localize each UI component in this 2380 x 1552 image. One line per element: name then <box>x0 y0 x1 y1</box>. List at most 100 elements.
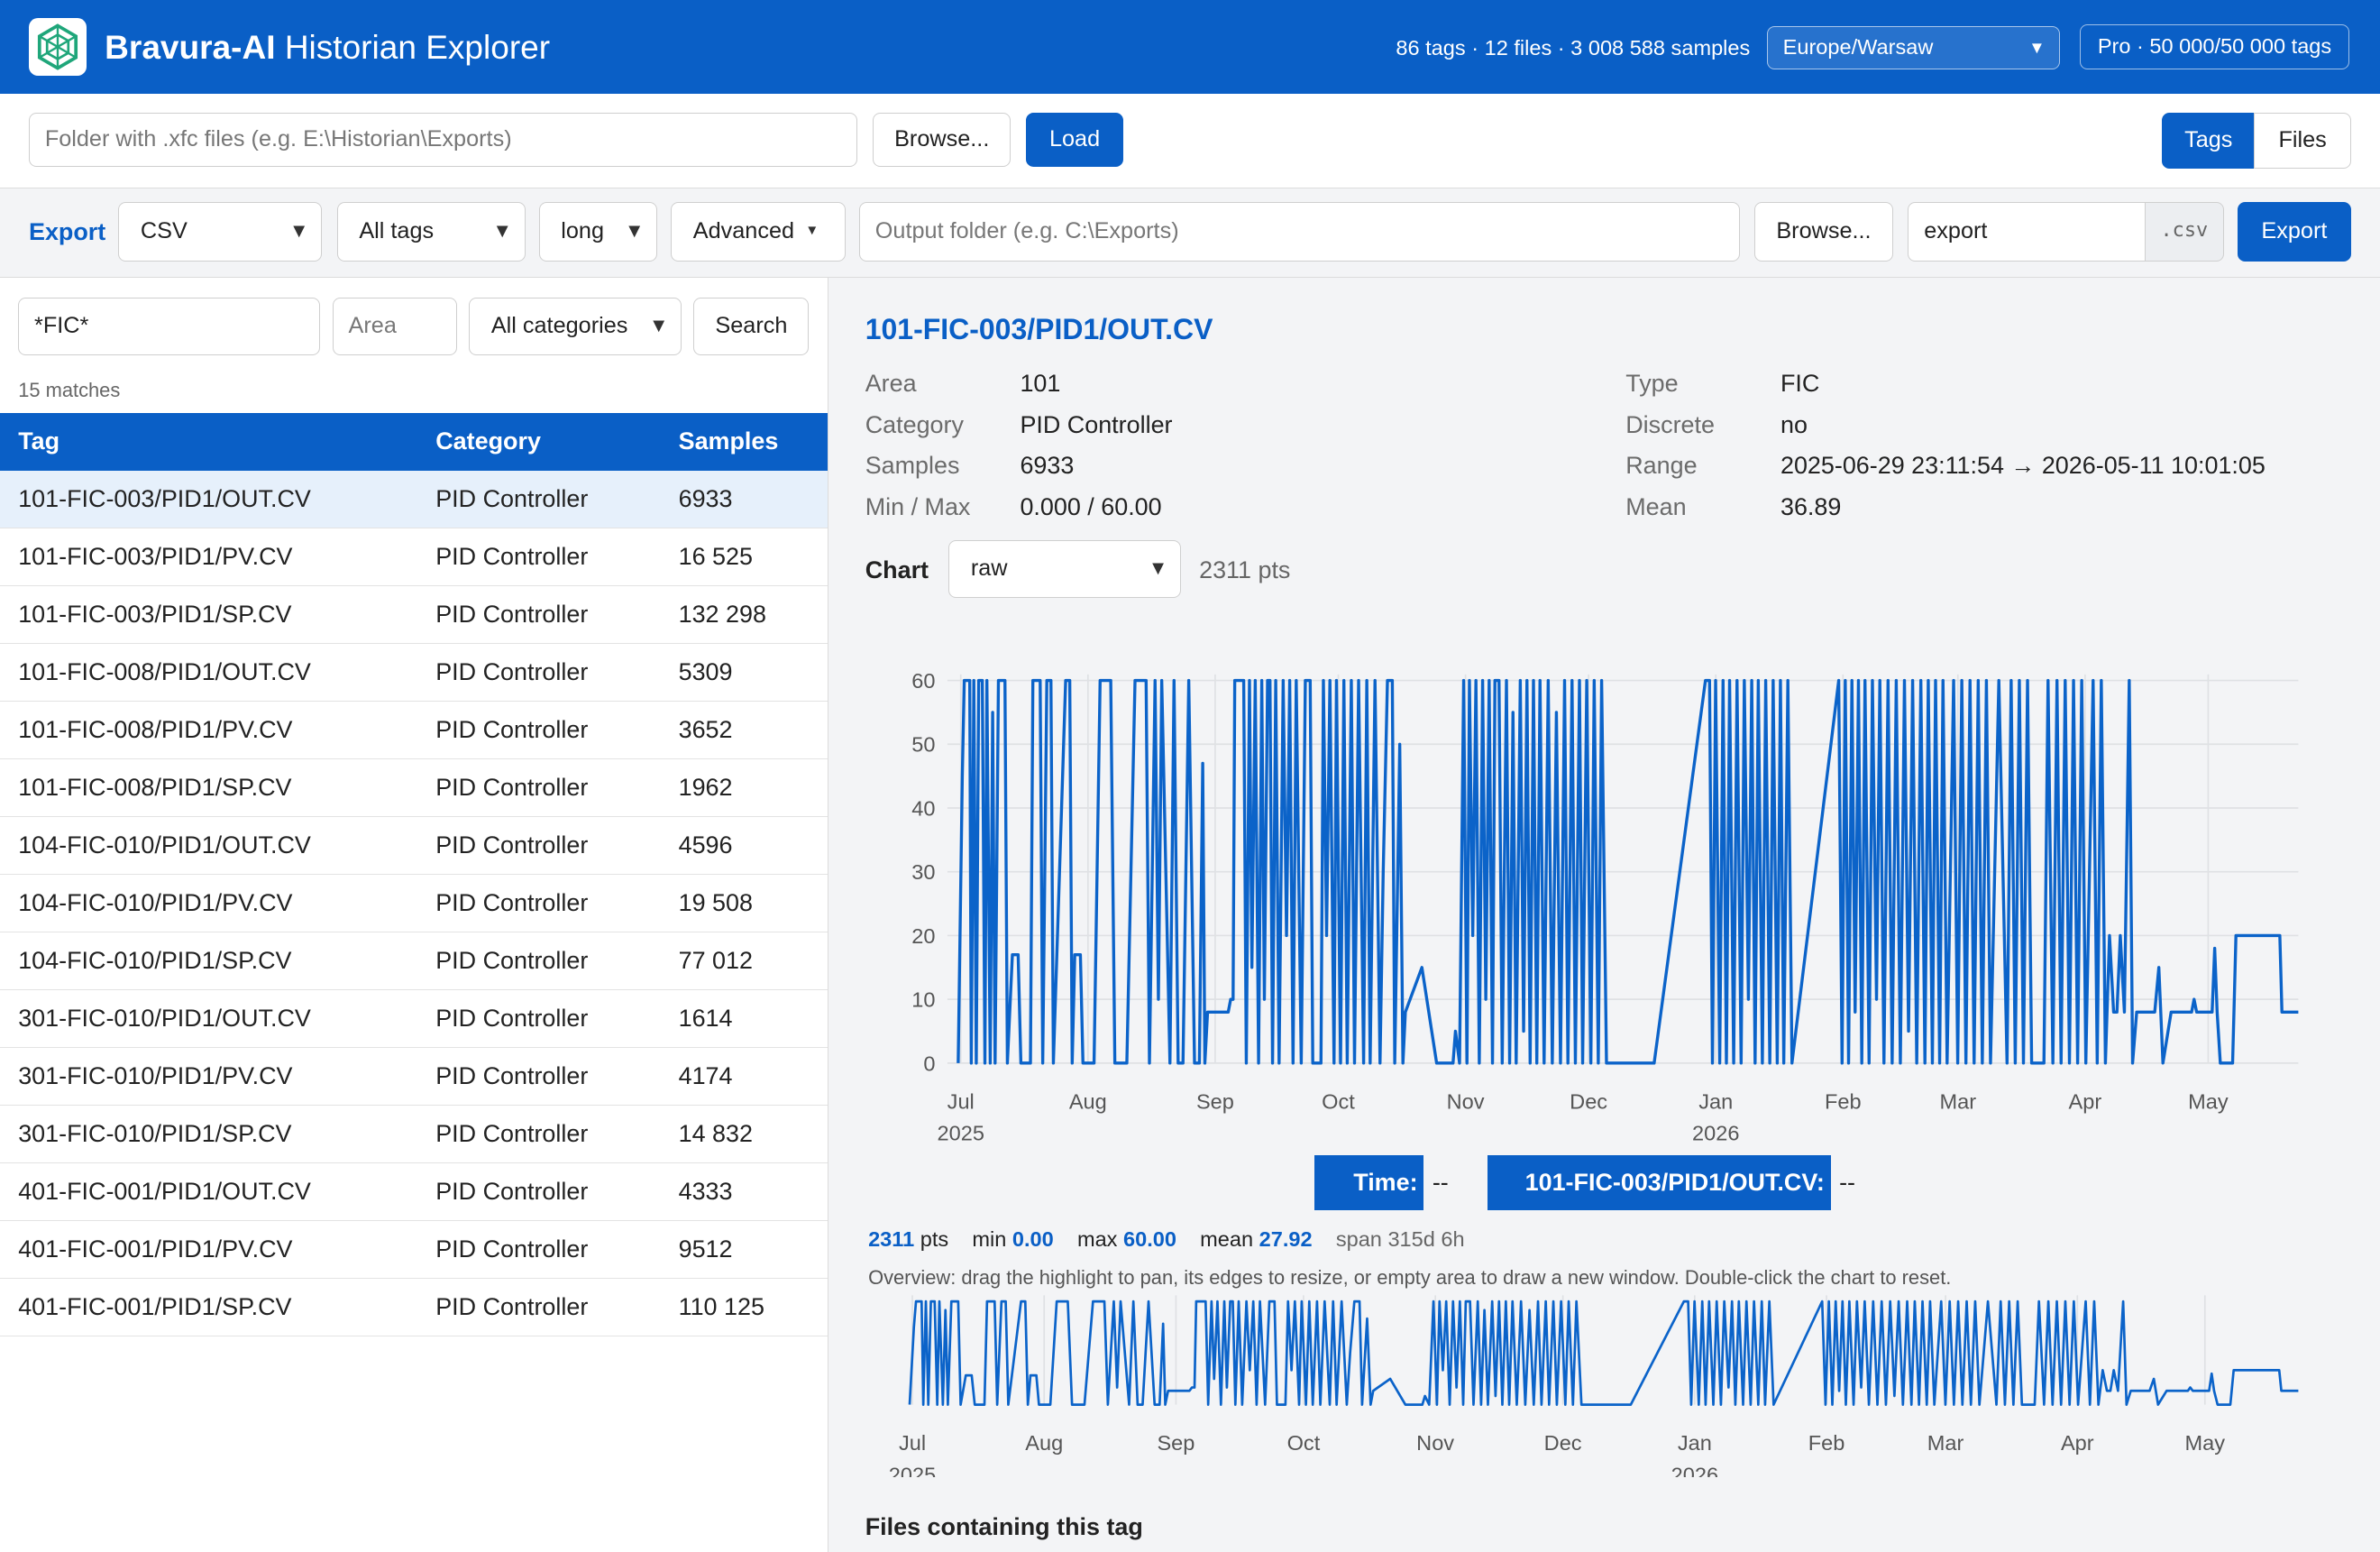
x-tick-label: Nov <box>1446 1089 1484 1113</box>
app-header: Bravura-AI Historian Explorer 86 tags · … <box>0 0 2380 95</box>
time-readout-label: Time: <box>1314 1155 1424 1210</box>
cell-tag: 301-FIC-010/PID1/SP.CV <box>18 1119 292 1147</box>
category-select[interactable]: All categories ▼ <box>469 297 682 355</box>
folder-input[interactable]: Folder with .xfc files (e.g. E:\Historia… <box>28 112 858 168</box>
load-button[interactable]: Load <box>1026 112 1123 168</box>
table-row[interactable]: 101-FIC-008/PID1/OUT.CV PID Controller 530… <box>0 644 828 702</box>
table-row[interactable]: 301-FIC-010/PID1/SP.CV PID Controller 14 8… <box>0 1106 828 1163</box>
chevron-down-icon: ▼ <box>648 313 669 336</box>
layout-select[interactable]: long ▼ <box>538 201 658 262</box>
category-value: PID Controller <box>1020 410 1173 438</box>
search-button[interactable]: Search <box>693 297 810 355</box>
license-badge[interactable]: Pro · 50 000/50 000 tags <box>2079 23 2350 70</box>
table-row[interactable]: 401-FIC-001/PID1/SP.CV PID Controller 110 … <box>0 1279 828 1336</box>
tag-detail-panel: 101-FIC-003/PID1/OUT.CV Area 101 Categor… <box>828 278 2380 1552</box>
cell-category: PID Controller <box>435 946 589 974</box>
type-value: FIC <box>1780 370 1820 398</box>
output-folder-input[interactable]: Output folder (e.g. C:\Exports) <box>858 201 1740 262</box>
export-button[interactable]: Export <box>2237 201 2352 262</box>
tag-title: 101-FIC-003/PID1/OUT.CV <box>865 313 1213 346</box>
format-select[interactable]: CSV ▼ <box>118 201 322 262</box>
app-logo-icon <box>28 18 87 77</box>
cell-category: PID Controller <box>435 1061 589 1089</box>
x-tick-label: Mar <box>1927 1431 1964 1455</box>
table-row[interactable]: 101-FIC-003/PID1/OUT.CV PID Controller 693… <box>0 470 828 528</box>
table-row[interactable]: 101-FIC-008/PID1/PV.CV PID Controller 3652 <box>0 702 828 759</box>
cell-tag: 101-FIC-008/PID1/OUT.CV <box>18 657 311 685</box>
x-year-label: 2026 <box>1692 1121 1739 1144</box>
browse-folder-button[interactable]: Browse... <box>873 112 1012 168</box>
table-row[interactable]: 104-FIC-010/PID1/SP.CV PID Controller 77 0… <box>0 932 828 990</box>
column-header-samples[interactable]: Samples <box>679 413 779 471</box>
table-row[interactable]: 101-FIC-003/PID1/SP.CV PID Controller 132 … <box>0 586 828 644</box>
table-row[interactable]: 101-FIC-003/PID1/PV.CV PID Controller 16 5… <box>0 528 828 586</box>
cell-tag: 101-FIC-003/PID1/PV.CV <box>18 542 293 570</box>
tag-search-input[interactable]: *FIC* <box>18 297 321 355</box>
main-chart[interactable]: Jul Aug Sep Oct Nov Dec Jan Feb Mar Apr May2025 202… <box>865 630 2322 1154</box>
chart-mode-select[interactable]: raw ▼ <box>948 540 1181 599</box>
cell-category: PID Controller <box>435 1235 589 1263</box>
export-label: Export <box>28 217 106 245</box>
cell-category: PID Controller <box>435 542 589 570</box>
summary-max-value: 60.00 <box>1123 1226 1176 1251</box>
tab-tags[interactable]: Tags <box>2161 112 2256 169</box>
x-tick-label: Sep <box>1196 1089 1234 1113</box>
summary-mean-value: 27.92 <box>1259 1226 1313 1251</box>
filename-input[interactable]: export <box>1908 201 2147 262</box>
cell-category: PID Controller <box>435 484 589 512</box>
table-row[interactable]: 104-FIC-010/PID1/OUT.CV PID Controller 459… <box>0 817 828 875</box>
mean-label: Mean <box>1625 492 1687 520</box>
table-row[interactable]: 301-FIC-010/PID1/PV.CV PID Controller 4174 <box>0 1048 828 1106</box>
timezone-select[interactable]: Europe/Warsaw ▼ <box>1766 25 2060 70</box>
cell-samples: 1962 <box>678 773 733 801</box>
column-header-category[interactable]: Category <box>435 413 541 471</box>
cell-samples: 4596 <box>678 831 733 859</box>
browse-output-button[interactable]: Browse... <box>1754 201 1893 262</box>
y-tick-label: 10 <box>911 987 935 1011</box>
cell-tag: 401-FIC-001/PID1/PV.CV <box>18 1235 293 1263</box>
tab-files[interactable]: Files <box>2254 112 2352 169</box>
cell-samples: 77 012 <box>678 946 753 974</box>
cell-category: PID Controller <box>435 888 589 916</box>
cell-category: PID Controller <box>435 831 589 859</box>
x-year-label: 2026 <box>1671 1463 1717 1477</box>
table-row[interactable]: 104-FIC-010/PID1/PV.CV PID Controller 19 5… <box>0 875 828 932</box>
chevron-down-icon: ▼ <box>288 218 309 242</box>
area-label: Area <box>865 370 917 398</box>
cell-tag: 301-FIC-010/PID1/OUT.CV <box>18 1004 311 1032</box>
cell-category: PID Controller <box>435 657 589 685</box>
range-value: 2025-06-29 23:11:54 → 2026-05-11 10:01:0… <box>1780 452 2266 480</box>
advanced-button[interactable]: Advanced ▼ <box>671 201 846 262</box>
cell-category: PID Controller <box>435 715 589 743</box>
summary-span: span 315d 6h <box>1335 1226 1465 1251</box>
overview-chart[interactable]: Jul Aug Sep Oct Nov Dec Jan Feb Mar Apr May 2025 202… <box>865 1292 2322 1477</box>
cell-samples: 16 525 <box>678 542 753 570</box>
summary-pts-value: 2311 <box>868 1226 915 1251</box>
x-tick-label: Mar <box>1939 1089 1976 1113</box>
cell-tag: 104-FIC-010/PID1/OUT.CV <box>18 831 311 859</box>
cell-samples: 4333 <box>678 1177 733 1205</box>
y-tick-label: 50 <box>911 732 935 756</box>
series-line <box>908 1299 2299 1406</box>
cell-category: PID Controller <box>435 1177 589 1205</box>
column-header-tag[interactable]: Tag <box>18 413 60 471</box>
x-tick-label: Aug <box>1069 1089 1107 1113</box>
y-tick-label: 30 <box>911 860 935 884</box>
area-input[interactable]: Area <box>332 297 457 355</box>
cell-tag: 101-FIC-003/PID1/SP.CV <box>18 600 292 628</box>
cell-category: PID Controller <box>435 1119 589 1147</box>
scope-select[interactable]: All tags ▼ <box>336 201 526 262</box>
table-row[interactable]: 101-FIC-008/PID1/SP.CV PID Controller 1962 <box>0 759 828 817</box>
overview-hint: Overview: drag the highlight to pan, its… <box>868 1265 1952 1289</box>
table-row[interactable]: 401-FIC-001/PID1/PV.CV PID Controller 9512 <box>0 1221 828 1279</box>
cell-samples: 3652 <box>678 715 733 743</box>
chart-label: Chart <box>865 556 929 584</box>
minmax-value: 0.000 / 60.00 <box>1020 492 1162 520</box>
cell-category: PID Controller <box>435 1004 589 1032</box>
cell-samples: 1614 <box>678 1004 733 1032</box>
match-count: 15 matches <box>18 378 121 401</box>
chevron-down-icon: ▼ <box>624 218 645 242</box>
cell-tag: 104-FIC-010/PID1/PV.CV <box>18 888 293 916</box>
table-row[interactable]: 301-FIC-010/PID1/OUT.CV PID Controller 161… <box>0 990 828 1048</box>
table-row[interactable]: 401-FIC-001/PID1/OUT.CV PID Controller 433… <box>0 1163 828 1221</box>
